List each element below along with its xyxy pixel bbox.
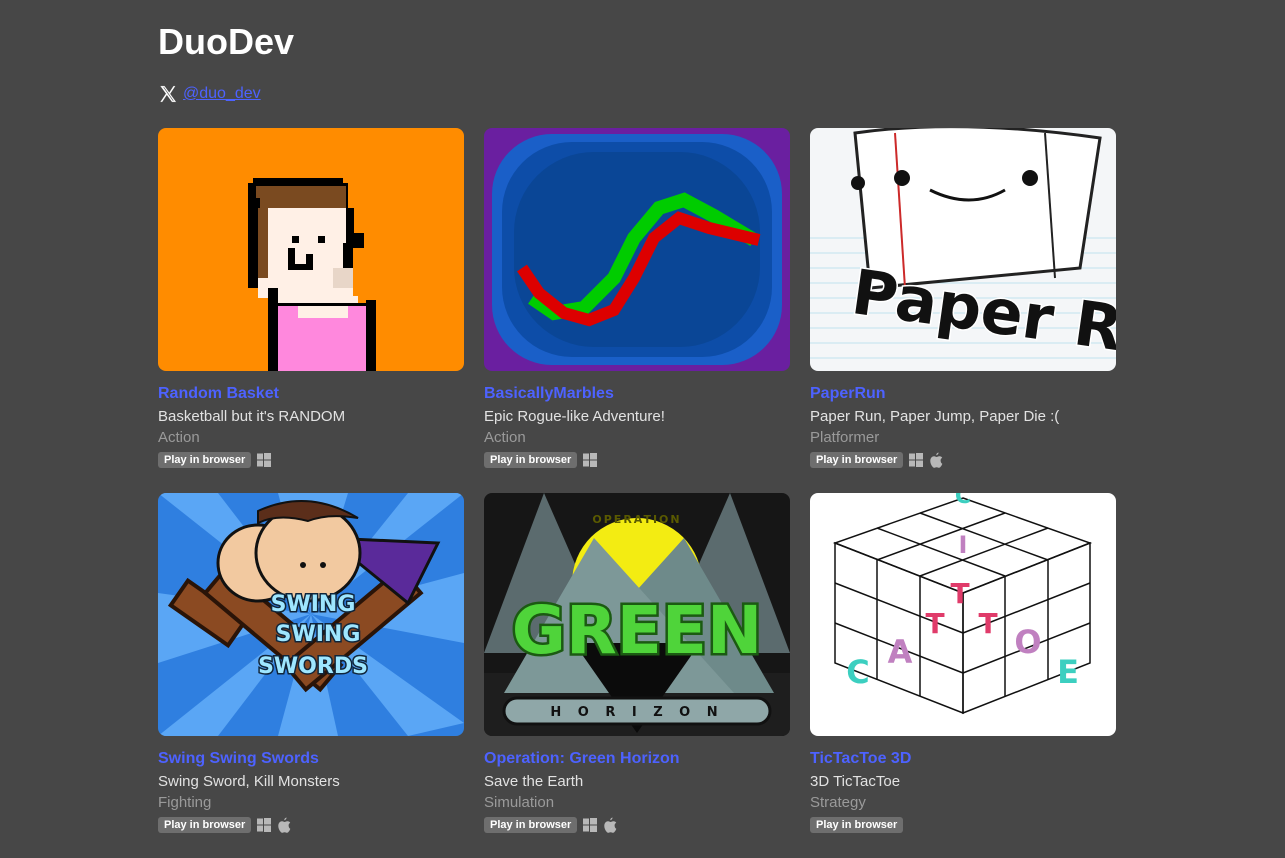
platform-row: Play in browser	[158, 452, 464, 468]
game-cover-operation-green-horizon[interactable]: OPERATION GREEN H O R I Z O N	[484, 493, 790, 736]
game-card-tictactoe-3d: C I T T T A O C E TicTacToe 3D 3D TicTac…	[810, 493, 1116, 833]
developer-name: DuoDev	[158, 21, 295, 62]
green-horizon-cover-art: OPERATION GREEN H O R I Z O N	[484, 493, 790, 736]
x-logo-icon	[160, 86, 177, 102]
game-genre: Simulation	[484, 794, 555, 811]
green-horizon-cover-main: GREEN	[512, 592, 762, 669]
apple-icon	[929, 452, 943, 468]
platform-row: Play in browser	[158, 817, 464, 833]
basically-marbles-cover-art	[484, 128, 790, 371]
apple-icon	[603, 817, 617, 833]
swing-swords-cover-art: SWING SWING SWORDS	[158, 493, 464, 736]
platform-row: Play in browser	[810, 452, 1116, 468]
platform-row: Play in browser	[810, 817, 1116, 833]
game-cover-basically-marbles[interactable]	[484, 128, 790, 371]
random-basket-cover-art	[158, 128, 464, 371]
svg-text:C: C	[846, 653, 869, 691]
game-card-swing-swing-swords: SWING SWING SWORDS Swing Swing Swords Sw…	[158, 493, 464, 833]
platform-row: Play in browser	[484, 817, 790, 833]
svg-text:T: T	[978, 607, 997, 640]
game-description: Save the Earth	[484, 773, 584, 790]
game-cover-swing-swing-swords[interactable]: SWING SWING SWORDS	[158, 493, 464, 736]
social-link-row: @duo_dev	[158, 84, 261, 104]
game-title-tictactoe-3d[interactable]: TicTacToe 3D	[810, 749, 1116, 768]
swing-cover-line-1: SWING	[271, 592, 356, 617]
twitter-handle-link[interactable]: @duo_dev	[183, 85, 261, 103]
play-in-browser-badge[interactable]: Play in browser	[158, 817, 252, 833]
game-description: Epic Rogue-like Adventure!	[484, 408, 665, 425]
game-card-basically-marbles: BasicallyMarbles Epic Rogue-like Adventu…	[484, 128, 790, 468]
game-title-basically-marbles[interactable]: BasicallyMarbles	[484, 384, 790, 403]
windows-icon	[583, 453, 598, 467]
play-in-browser-badge[interactable]: Play in browser	[158, 452, 252, 468]
green-horizon-cover-top: OPERATION	[592, 513, 681, 526]
page: DuoDev @duo_dev Random Basket Basketball…	[0, 0, 1285, 858]
svg-text:E: E	[1057, 653, 1079, 691]
game-title-operation-green-horizon[interactable]: Operation: Green Horizon	[484, 749, 790, 768]
svg-text:C: C	[955, 493, 971, 509]
game-genre: Platformer	[810, 429, 880, 446]
windows-icon	[257, 818, 272, 832]
game-genre: Action	[158, 429, 200, 446]
play-in-browser-badge[interactable]: Play in browser	[484, 452, 578, 468]
game-title-swing-swing-swords[interactable]: Swing Swing Swords	[158, 749, 464, 768]
game-description: Basketball but it's RANDOM	[158, 408, 346, 425]
game-card-operation-green-horizon: OPERATION GREEN H O R I Z O N Operation:…	[484, 493, 790, 833]
svg-text:I: I	[959, 531, 968, 559]
svg-text:A: A	[888, 633, 913, 671]
play-in-browser-badge[interactable]: Play in browser	[484, 817, 578, 833]
game-cover-random-basket[interactable]	[158, 128, 464, 371]
swing-cover-line-2: SWING	[276, 622, 361, 647]
platform-row: Play in browser	[484, 452, 790, 468]
game-cover-tictactoe-3d[interactable]: C I T T T A O C E	[810, 493, 1116, 736]
game-card-paperrun: Paper Run PaperRun Paper Run, Paper Jump…	[810, 128, 1116, 468]
apple-icon	[277, 817, 291, 833]
swing-cover-line-3: SWORDS	[258, 654, 368, 679]
game-description: 3D TicTacToe	[810, 773, 901, 790]
game-title-paperrun[interactable]: PaperRun	[810, 384, 1116, 403]
play-in-browser-badge[interactable]: Play in browser	[810, 817, 904, 833]
paperrun-cover-art: Paper Run	[810, 128, 1116, 371]
windows-icon	[909, 453, 924, 467]
game-description: Paper Run, Paper Jump, Paper Die :(	[810, 408, 1060, 425]
game-card-random-basket: Random Basket Basketball but it's RANDOM…	[158, 128, 464, 468]
game-title-random-basket[interactable]: Random Basket	[158, 384, 464, 403]
game-genre: Action	[484, 429, 526, 446]
svg-text:T: T	[925, 607, 944, 640]
svg-text:O: O	[1014, 623, 1041, 661]
svg-text:T: T	[950, 577, 969, 610]
game-genre: Fighting	[158, 794, 212, 811]
windows-icon	[257, 453, 272, 467]
play-in-browser-badge[interactable]: Play in browser	[810, 452, 904, 468]
game-genre: Strategy	[810, 794, 866, 811]
game-cover-paperrun[interactable]: Paper Run	[810, 128, 1116, 371]
green-horizon-cover-bottom: H O R I Z O N	[550, 705, 723, 720]
tictactoe-3d-cover-art: C I T T T A O C E	[810, 493, 1116, 736]
windows-icon	[583, 818, 598, 832]
game-description: Swing Sword, Kill Monsters	[158, 773, 340, 790]
